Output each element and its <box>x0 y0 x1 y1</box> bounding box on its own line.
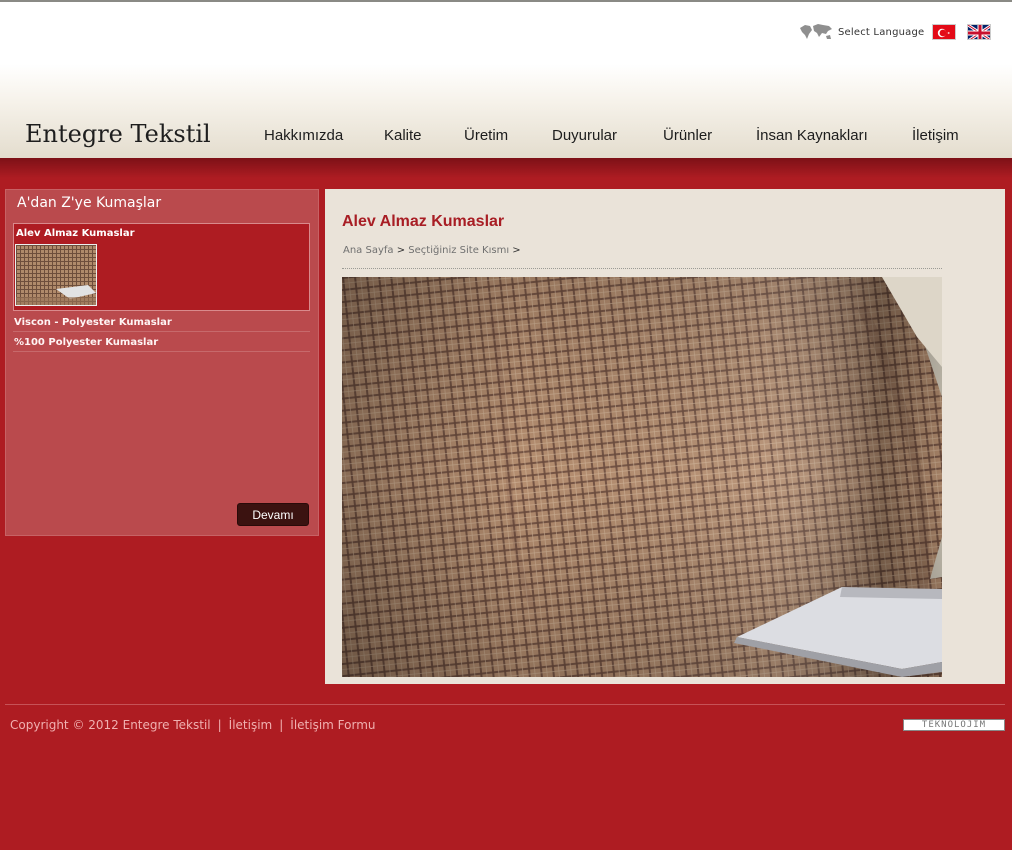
site-header: Select Language Entegre Tekstil Hakkımız… <box>0 0 1012 158</box>
fabric-sidebar: A'dan Z'ye Kumaşlar Alev Almaz Kumaslar … <box>5 189 319 536</box>
world-map-icon <box>800 24 832 39</box>
nav-insan-kaynaklari[interactable]: İnsan Kaynakları <box>756 127 868 144</box>
more-button[interactable]: Devamı <box>237 503 309 526</box>
nav-iletisim[interactable]: İletişim <box>912 127 959 144</box>
featured-fabric[interactable]: Alev Almaz Kumaslar <box>13 223 310 311</box>
sidebar-title: A'dan Z'ye Kumaşlar <box>17 195 162 211</box>
breadcrumb-separator: > <box>512 245 521 256</box>
turkish-flag-icon[interactable] <box>932 24 956 40</box>
divider <box>342 268 942 269</box>
uk-flag-icon[interactable] <box>967 24 991 40</box>
sidebar-item-viscon[interactable]: Viscon - Polyester Kumaslar <box>13 312 310 332</box>
language-selector[interactable]: Select Language <box>798 22 924 42</box>
nav-hakkimizda[interactable]: Hakkımızda <box>264 127 343 144</box>
teknolojim-logo[interactable]: TEKNOLOJIM <box>903 719 1005 731</box>
sidebar-item-polyester[interactable]: %100 Polyester Kumaslar <box>13 332 310 352</box>
main-content: Alev Almaz Kumaslar Ana Sayfa > Seçtiğin… <box>325 189 1005 684</box>
site-footer: Copyright © 2012 Entegre Tekstil | İletişi… <box>10 718 376 732</box>
breadcrumb: Ana Sayfa > Seçtiğiniz Site Kısmı > <box>343 245 521 256</box>
page-title: Alev Almaz Kumaslar <box>342 213 505 230</box>
breadcrumb-separator: > <box>396 245 406 256</box>
site-logo[interactable]: Entegre Tekstil <box>25 120 211 148</box>
footer-link-iletisim-formu[interactable]: İletişim Formu <box>290 718 375 732</box>
nav-uretim[interactable]: Üretim <box>464 127 508 144</box>
breadcrumb-home[interactable]: Ana Sayfa <box>343 245 394 256</box>
breadcrumb-section[interactable]: Seçtiğiniz Site Kısmı <box>408 245 509 256</box>
featured-fabric-title[interactable]: Alev Almaz Kumaslar <box>16 228 135 239</box>
select-language-label[interactable]: Select Language <box>838 27 924 38</box>
header-shadow <box>0 158 1012 178</box>
nav-kalite[interactable]: Kalite <box>384 127 422 144</box>
footer-separator: | <box>279 718 284 732</box>
footer-separator: | <box>217 718 222 732</box>
fabric-photo <box>342 277 942 677</box>
fabric-thumbnail[interactable] <box>15 244 97 306</box>
nav-duyurular[interactable]: Duyurular <box>552 127 617 144</box>
footer-link-iletisim[interactable]: İletişim <box>229 718 273 732</box>
footer-divider <box>5 704 1005 705</box>
nav-urunler[interactable]: Ürünler <box>663 127 712 144</box>
copyright-text: Copyright © 2012 Entegre Tekstil <box>10 718 211 732</box>
